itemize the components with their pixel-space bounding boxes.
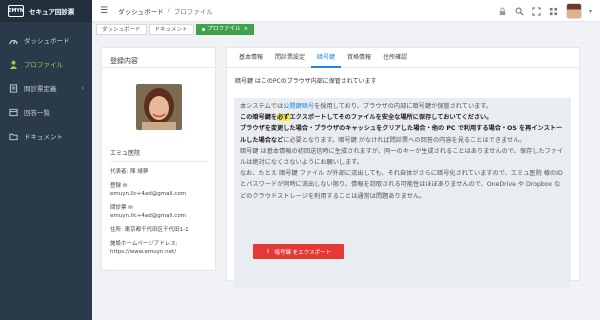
sidebar-nav: ダッシュボード プロファイル 問診票定義 › 回答一覧 ドキュメント [0, 28, 92, 148]
tab-documents[interactable]: ドキュメント [148, 24, 194, 35]
panel-paragraph-1: 本システムでは公開鍵暗号を採用しており、ブラウザの内部に暗号鍵が保管されています… [240, 103, 493, 110]
homepage-label: 施設ホームページアドレス: [110, 241, 178, 247]
panel-paragraph-2: この暗号鍵を必ずエクスポートしてそのファイルを安全な場所に保存しておいてください… [240, 114, 493, 122]
chevron-right-icon: › [81, 84, 84, 92]
sidebar-item-profile[interactable]: プロファイル [0, 52, 92, 76]
representative: 代表者: 陳 綺夢 [110, 169, 149, 175]
profile-card: 登録内容 エミュ医院 代表者: 陳 綺夢 登録 ✉ emuyn.llc+4ad@… [101, 47, 216, 271]
breadcrumb-item[interactable]: ダッシュボード [118, 6, 164, 16]
homepage-row: 施設ホームページアドレス: https://www.emuyn.net/ [110, 240, 207, 256]
panel-paragraph-3: ブラウザを変更した場合・ブラウザのキャッシュをクリアした場合・他の PC で利用… [240, 125, 563, 144]
breadcrumb: ダッシュボード / プロファイル [118, 6, 213, 16]
lock-icon[interactable] [498, 6, 508, 16]
login-email-row: 登録 ✉ emuyn.llc+4ad@gmail.com [110, 182, 207, 198]
breadcrumb-separator: / [167, 5, 170, 14]
tab-label: プロファイル [207, 26, 241, 32]
dashboard-icon [8, 35, 18, 45]
menu-icon[interactable]: ☰ [100, 6, 108, 16]
fullscreen-icon[interactable] [532, 6, 542, 16]
list-icon [8, 107, 18, 117]
download-icon: ⇩ [265, 248, 271, 255]
address: 住所: 東京都千代田区千代田1-1 [110, 227, 189, 233]
active-dot-icon [201, 28, 205, 31]
tab-address-check[interactable]: 住所確認 [377, 48, 413, 68]
sidebar-item-form-definition[interactable]: 問診票定義 › [0, 76, 92, 100]
key-info-panel: 本システムでは公開鍵暗号を採用しており、ブラウザの内部に暗号鍵が保管されています… [234, 98, 571, 288]
search-icon[interactable] [515, 6, 525, 16]
form-icon [8, 83, 18, 93]
topbar-icons: ▾ [498, 0, 592, 22]
tab-profile[interactable]: プロファイル × [195, 24, 255, 35]
export-key-label: 暗号鍵 をエクスポート [274, 249, 332, 256]
profile-info: エミュ医院 代表者: 陳 綺夢 登録 ✉ emuyn.llc+4ad@gmail… [102, 148, 215, 256]
panel-paragraph-5: なお、たとえ 暗号鍵 ファイル が外部に流出しても、それ自体がさらに暗号化されて… [240, 170, 563, 200]
panel-paragraph-4: 暗号鍵 は基本情報の初回送信時に生成されますが、同一のキーが生成されることはあり… [240, 147, 564, 167]
sidebar-item-answers[interactable]: 回答一覧 [0, 100, 92, 124]
sidebar-item-label: 回答一覧 [24, 109, 50, 117]
sidebar: EMYN セキュア回診票 ダッシュボード プロファイル 問診票定義 › 回答一覧… [0, 0, 92, 320]
tab-encryption-key[interactable]: 暗号鍵 [311, 48, 342, 68]
tab-form-settings[interactable]: 問診票設定 [269, 48, 311, 68]
highlight-must: 必ず [277, 114, 290, 122]
tab-credentials[interactable]: 資格情報 [341, 48, 377, 68]
chevron-down-icon[interactable]: ▾ [589, 8, 592, 15]
homepage-url[interactable]: https://www.emuyn.net/ [110, 249, 176, 255]
brand[interactable]: EMYN セキュア回診票 [0, 0, 92, 22]
topbar: ☰ ダッシュボード / プロファイル ▾ [92, 0, 600, 22]
sidebar-item-label: ドキュメント [24, 133, 63, 141]
sidebar-item-label: 問診票定義 [24, 85, 57, 93]
user-avatar[interactable] [565, 3, 582, 19]
key-storage-notice: 暗号鍵 はこのPCのブラウザ内部に保管されています [235, 78, 377, 85]
tab-basic-info[interactable]: 基本情報 [233, 48, 269, 68]
org-name: エミュ医院 [110, 148, 207, 162]
profile-photo [135, 84, 182, 130]
sidebar-item-dashboard[interactable]: ダッシュボード [0, 28, 92, 52]
mail-icon: ✉ [122, 183, 128, 189]
tab-dashboard[interactable]: ダッシュボード [96, 24, 147, 35]
inquiry-email-label: 問診票 ✉ [110, 205, 133, 211]
mail-icon: ✉ [128, 205, 133, 211]
profile-card-title: 登録内容 [102, 48, 215, 68]
folder-icon [8, 131, 18, 141]
public-key-link[interactable]: 公開鍵暗号 [283, 103, 314, 110]
sidebar-item-label: プロファイル [24, 61, 63, 69]
breadcrumb-current: プロファイル [173, 7, 213, 16]
page-tabstrip: ダッシュボード ドキュメント プロファイル × [96, 24, 255, 35]
user-icon [8, 59, 18, 69]
brand-title: セキュア回診票 [29, 8, 75, 16]
login-email: emuyn.llc+4ad@gmail.com [110, 191, 187, 197]
grid-icon[interactable] [549, 6, 559, 16]
export-key-button[interactable]: ⇩ 暗号鍵 をエクスポート [253, 244, 344, 259]
brand-logo: EMYN [8, 5, 24, 17]
content-tabs: 基本情報 問診票設定 暗号鍵 資格情報 住所確認 [227, 48, 579, 68]
sidebar-item-documents[interactable]: ドキュメント [0, 124, 92, 148]
sidebar-item-label: ダッシュボード [24, 37, 70, 45]
inquiry-email-row: 問診票 ✉ emuyn.llc+4ad@gmail.com [110, 204, 207, 220]
login-email-label: 登録 ✉ [110, 183, 128, 189]
inquiry-email: emuyn.llc+4ad@gmail.com [110, 213, 187, 219]
close-icon[interactable]: × [244, 24, 249, 35]
